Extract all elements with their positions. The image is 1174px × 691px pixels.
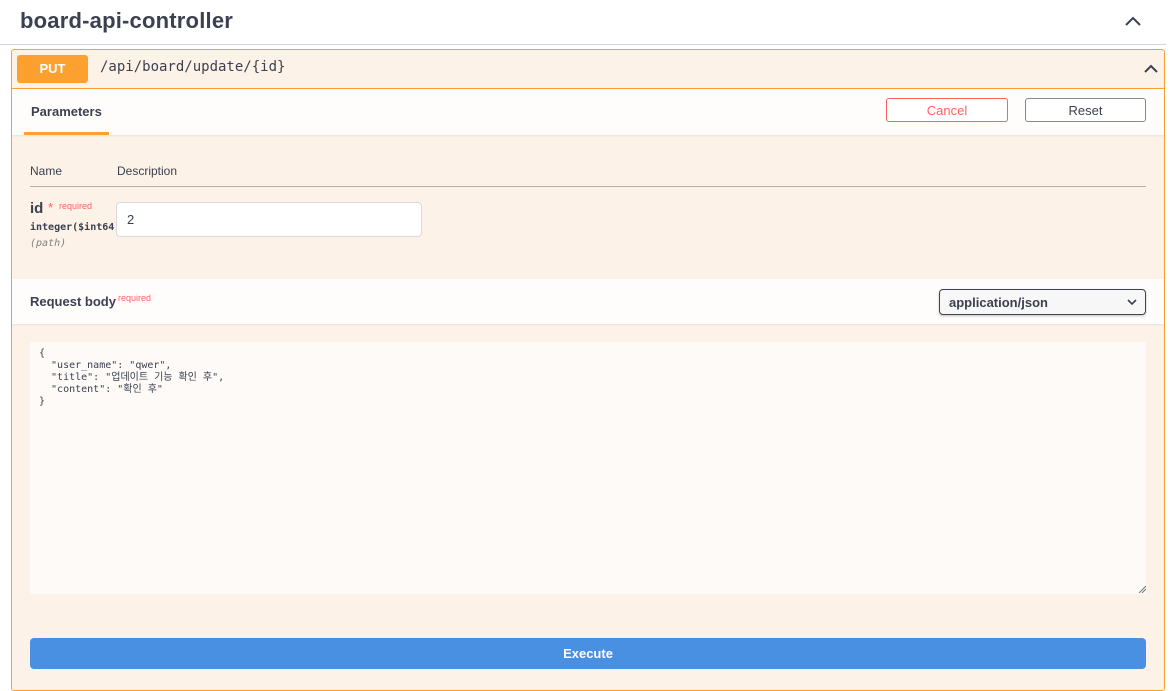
divider — [30, 186, 1146, 187]
cancel-button[interactable]: Cancel — [886, 98, 1008, 122]
param-required-label: required — [59, 201, 93, 211]
operation-summary[interactable]: PUT /api/board/update/{id} — [12, 50, 1164, 89]
required-star: * — [48, 200, 54, 215]
content-type-value: application/json — [949, 295, 1048, 310]
resize-handle-icon[interactable] — [1138, 585, 1146, 593]
column-header-description: Description — [117, 164, 178, 178]
tag-header[interactable]: board-api-controller — [0, 0, 1166, 45]
request-body-required: required — [118, 293, 152, 303]
operation-path: /api/board/update/{id} — [100, 59, 286, 75]
param-type: integer($int64) — [30, 222, 121, 233]
column-header-name: Name — [30, 164, 63, 178]
chevron-down-icon — [1127, 299, 1137, 306]
param-name: id — [30, 200, 44, 217]
reset-button[interactable]: Reset — [1025, 98, 1146, 122]
request-body-title: Request body — [30, 294, 116, 309]
param-location: (path) — [30, 238, 67, 249]
request-body-editor[interactable]: { "user_name": "qwer", "title": "업데이트 기능… — [30, 342, 1146, 594]
content-type-select[interactable]: application/json — [939, 289, 1146, 315]
request-body-header: Request body required application/json — [12, 279, 1164, 324]
chevron-up-icon[interactable] — [1122, 10, 1144, 32]
tag-title: board-api-controller — [20, 8, 234, 33]
execute-button[interactable]: Execute — [30, 638, 1146, 669]
tab-parameters[interactable]: Parameters — [24, 89, 109, 135]
operation-block: PUT /api/board/update/{id} Parameters Ca… — [11, 49, 1165, 691]
chevron-up-icon[interactable] — [1142, 60, 1160, 78]
method-badge: PUT — [17, 55, 88, 83]
id-input[interactable] — [116, 202, 422, 237]
parameters-header: Parameters Cancel Reset — [12, 89, 1164, 135]
